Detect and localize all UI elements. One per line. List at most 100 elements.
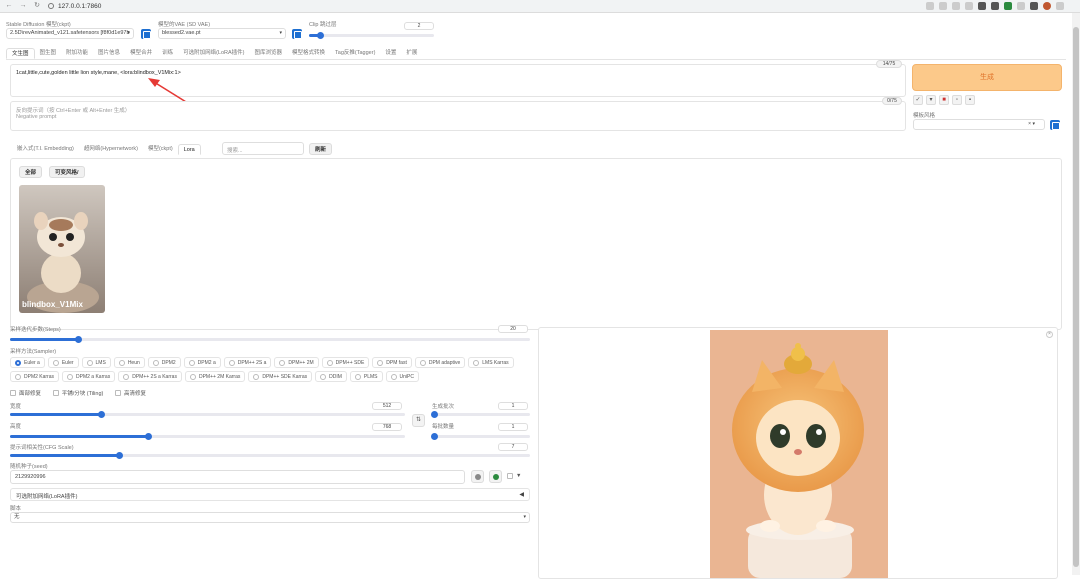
reload-icon[interactable]: ↻ — [32, 1, 42, 11]
sampler-option[interactable]: DPM++ SDE — [321, 357, 370, 368]
refresh-button[interactable]: 刷新 — [309, 143, 333, 155]
clear-icon[interactable]: × ▾ — [1028, 120, 1035, 129]
lora-addon-accordion[interactable]: 可选附加网络(LoRA插件) ◀ — [10, 488, 530, 501]
zoom-icon[interactable] — [939, 2, 947, 10]
tab-model-converter[interactable]: 模型格式转换 — [287, 48, 330, 59]
tab-extras[interactable]: 附加功能 — [61, 48, 93, 59]
sampler-option[interactable]: DPM2 Karras — [10, 371, 60, 382]
sampler-option[interactable]: UniPC — [385, 371, 419, 382]
sampler-option[interactable]: DPM++ 2S a — [223, 357, 272, 368]
close-icon[interactable]: × — [1046, 331, 1053, 338]
refresh-model-button[interactable] — [141, 29, 151, 39]
sampler-option[interactable]: DPM2 a Karras — [62, 371, 116, 382]
width-input[interactable]: 512 — [372, 402, 402, 410]
sampler-option[interactable]: DPM adaptive — [414, 357, 466, 368]
random-seed-button[interactable] — [471, 470, 484, 483]
sampler-option[interactable]: DPM2 — [147, 357, 181, 368]
cfg-slider[interactable] — [10, 452, 530, 459]
tab-lora[interactable]: Lora — [177, 144, 201, 155]
tab-additional-networks[interactable]: 可选附加网络(LoRA插件) — [178, 48, 249, 59]
model-select[interactable]: 2.5D\revAnimated_v121.safetensors [f8f0d… — [6, 28, 134, 39]
width-slider[interactable] — [10, 411, 405, 418]
batch-size-handle[interactable] — [431, 433, 438, 440]
batch-count-handle[interactable] — [431, 411, 438, 418]
tab-hypernetwork[interactable]: 超网络(Hypernetwork) — [79, 144, 143, 155]
extra-seed-checkbox[interactable]: ▼ — [507, 473, 521, 479]
sampler-option[interactable]: PLMS — [349, 371, 383, 382]
tab-extensions[interactable]: 扩展 — [401, 48, 422, 59]
cfg-handle[interactable] — [116, 452, 124, 459]
steps-input[interactable]: 20 — [498, 325, 528, 333]
sampler-option[interactable]: DPM2 a — [183, 357, 221, 368]
check-icon[interactable]: ✓ — [913, 95, 923, 105]
scrollbar-thumb[interactable] — [1073, 27, 1079, 567]
sampler-option[interactable]: DPM++ 2S a Karras — [118, 371, 182, 382]
save-icon[interactable]: ▪ — [965, 95, 975, 105]
share-icon[interactable] — [952, 2, 960, 10]
generate-button[interactable]: 生成 — [912, 64, 1062, 91]
tab-checkpoint-merger[interactable]: 模型合并 — [125, 48, 157, 59]
tab-embedding[interactable]: 嵌入式(T.I. Embedding) — [12, 144, 79, 155]
translate-icon[interactable] — [926, 2, 934, 10]
menu-icon[interactable] — [1056, 2, 1064, 10]
height-handle[interactable] — [145, 433, 153, 440]
clipboard-icon[interactable]: ▫ — [952, 95, 962, 105]
avatar[interactable] — [1043, 2, 1051, 10]
tab-settings[interactable]: 设置 — [380, 48, 401, 59]
restore-faces-checkbox[interactable]: 面部修复 — [10, 389, 41, 397]
hires-fix-checkbox[interactable]: 高清修复 — [115, 389, 146, 397]
sampler-option[interactable]: DDIM — [315, 371, 347, 382]
vae-select[interactable]: blessed2.vae.pt ▾ — [158, 28, 286, 39]
batch-size-input[interactable]: 1 — [498, 423, 528, 431]
steps-slider[interactable] — [10, 336, 530, 343]
puzzle-icon[interactable] — [1017, 2, 1025, 10]
variable-style-filter-button[interactable]: 可变风格/ — [49, 166, 85, 178]
tab-img2img[interactable]: 图生图 — [35, 48, 62, 59]
sampler-option[interactable]: DPM++ 2M — [274, 357, 319, 368]
site-info-icon[interactable] — [48, 3, 54, 9]
trash-icon[interactable]: ▾ — [926, 95, 936, 105]
tab-train[interactable]: 训练 — [157, 48, 178, 59]
refresh-styles-button[interactable] — [1050, 120, 1060, 130]
height-input[interactable]: 768 — [372, 423, 402, 431]
height-slider[interactable] — [10, 433, 405, 440]
sampler-option[interactable]: DPM fast — [372, 357, 412, 368]
sampler-option[interactable]: Heun — [113, 357, 145, 368]
tab-image-browser[interactable]: 图库浏览器 — [250, 48, 288, 59]
extension-icon[interactable] — [978, 2, 986, 10]
arrow-right-icon[interactable]: → — [18, 1, 28, 11]
batch-count-input[interactable]: 1 — [498, 402, 528, 410]
cfg-input[interactable]: 7 — [498, 443, 528, 451]
batch-size-slider[interactable] — [431, 433, 530, 440]
page-scrollbar[interactable] — [1072, 13, 1080, 575]
refresh-vae-button[interactable] — [292, 29, 302, 39]
clip-skip-handle[interactable] — [317, 32, 325, 39]
steps-handle[interactable] — [74, 336, 82, 343]
negative-prompt-textarea[interactable]: 反向提示词（按 Ctrl+Enter 或 Alt+Enter 生成） Negat… — [10, 101, 906, 131]
extra-search-input[interactable]: 搜索... — [222, 142, 304, 155]
tab-png-info[interactable]: 图片信息 — [93, 48, 125, 59]
sidebar-icon[interactable] — [1030, 2, 1038, 10]
extension-icon-3[interactable] — [1004, 2, 1012, 10]
tab-tagger[interactable]: Tag反推(Tagger) — [330, 48, 380, 59]
script-select[interactable]: 无 ▾ — [10, 512, 530, 523]
extension-icon-2[interactable] — [991, 2, 999, 10]
width-handle[interactable] — [97, 411, 105, 418]
all-filter-button[interactable]: 全部 — [19, 166, 43, 178]
paste-icon[interactable]: ■ — [939, 95, 949, 105]
swap-dimensions-button[interactable]: ⇅ — [412, 414, 425, 427]
batch-count-slider[interactable] — [431, 411, 530, 418]
sampler-option[interactable]: LMS Karras — [468, 357, 514, 368]
tab-txt2img[interactable]: 文生图 — [6, 48, 35, 59]
sampler-option[interactable]: Euler — [47, 357, 79, 368]
sampler-option[interactable]: LMS — [81, 357, 111, 368]
tab-checkpoint[interactable]: 模型(ckpt) — [143, 144, 178, 155]
styles-select[interactable]: × ▾ — [913, 119, 1045, 130]
sampler-option[interactable]: DPM++ SDE Karras — [248, 371, 313, 382]
tiling-checkbox[interactable]: 平铺/分块 (Tiling) — [52, 389, 103, 397]
reuse-seed-button[interactable] — [489, 470, 502, 483]
lora-card[interactable]: blindbox_V1Mix — [19, 185, 105, 313]
clip-skip-input[interactable]: 2 — [404, 22, 434, 30]
sampler-option[interactable]: Euler a — [10, 357, 45, 368]
sampler-option[interactable]: DPM++ 2M Karras — [184, 371, 246, 382]
